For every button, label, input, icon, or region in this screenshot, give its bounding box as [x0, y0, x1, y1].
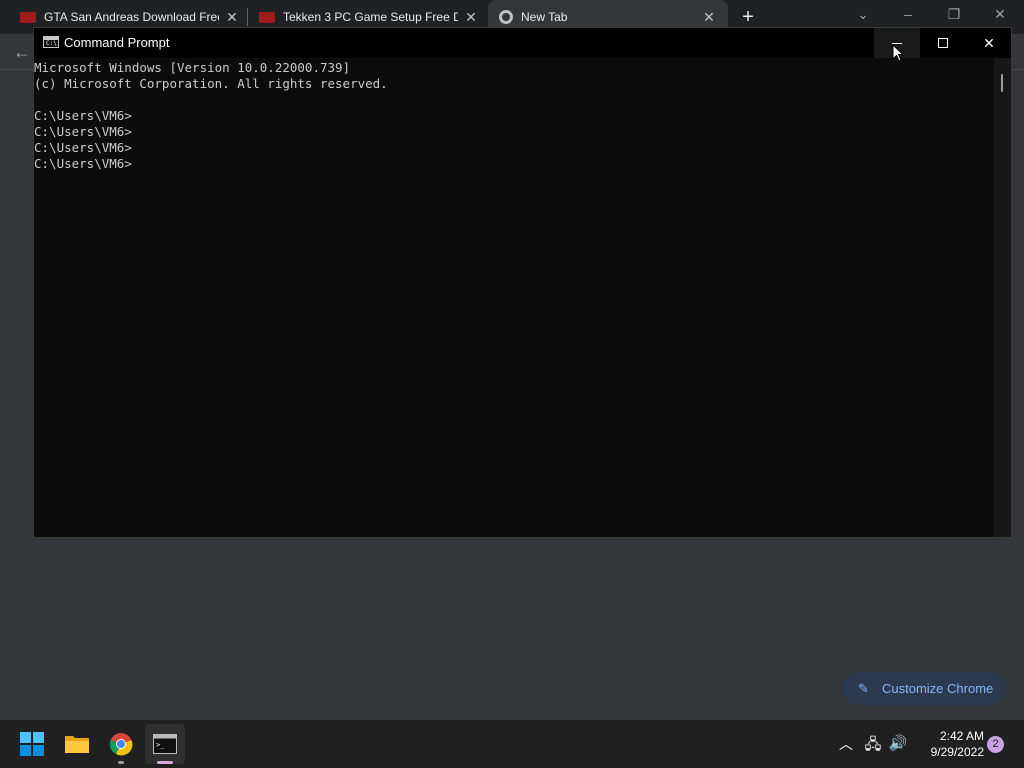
tab-title: Tekken 3 PC Game Setup Free Do [283, 10, 458, 24]
chrome-icon [499, 10, 513, 24]
chrome-taskbar-button[interactable] [101, 724, 141, 764]
console-line: C:\Users\VM6> [34, 124, 132, 139]
chrome-restore-icon[interactable]: ❐ [944, 6, 964, 23]
scrollbar-thumb[interactable] [1001, 74, 1003, 92]
command-prompt-icon: C:\ [43, 36, 59, 48]
customize-chrome-label: Customize Chrome [882, 681, 994, 696]
time-label: 2:42 AM [939, 729, 984, 743]
date-label: 9/29/2022 [930, 745, 984, 759]
console-line: Microsoft Windows [Version 10.0.22000.73… [34, 60, 351, 75]
console-line: C:\Users\VM6> [34, 108, 132, 123]
start-icon [20, 732, 44, 756]
close-icon: ✕ [983, 35, 995, 51]
mouse-cursor-icon [892, 44, 904, 62]
chrome-close-icon[interactable]: ✕ [990, 6, 1010, 23]
volume-icon[interactable]: 🔊 [887, 734, 909, 752]
tab-title: New Tab [521, 10, 568, 24]
console-line: C:\Users\VM6> [34, 140, 132, 155]
red-game-icon [20, 11, 36, 23]
vertical-scrollbar[interactable] [994, 58, 1011, 537]
new-tab-button[interactable]: + [738, 7, 758, 27]
maximize-button[interactable] [920, 28, 966, 58]
cmd-title-bar[interactable]: C:\ Command Prompt ✕ [34, 28, 1011, 58]
taskbar: >_ ︿ 🖧 🔊 2:42 AM 9/29/2022 2 [0, 720, 1024, 768]
network-icon[interactable]: 🖧 [862, 734, 884, 759]
maximize-icon [938, 38, 948, 48]
chrome-icon [109, 733, 133, 756]
active-indicator [157, 761, 173, 764]
close-icon[interactable]: ✕ [702, 10, 716, 24]
svg-text:>_: >_ [156, 741, 165, 749]
notification-badge[interactable]: 2 [987, 736, 1004, 753]
console-line: (c) Microsoft Corporation. All rights re… [34, 76, 388, 91]
tab-search-icon[interactable]: ⌄ [853, 6, 873, 23]
file-explorer-button[interactable] [57, 724, 97, 764]
chrome-minimize-icon[interactable]: – [898, 6, 918, 22]
command-prompt-taskbar-button[interactable]: >_ [145, 724, 185, 764]
close-icon[interactable]: ✕ [464, 10, 478, 24]
pencil-icon: ✎ [858, 680, 869, 696]
tab-title: GTA San Andreas Download Free [44, 10, 219, 24]
show-hidden-icons-chevron-icon[interactable]: ︿ [836, 734, 856, 754]
clock[interactable]: 2:42 AM 9/29/2022 [912, 728, 984, 760]
close-button[interactable]: ✕ [966, 28, 1012, 58]
console-prompt-line: C:\Users\VM6> [34, 156, 132, 171]
customize-chrome-button[interactable]: ✎ Customize Chrome [842, 672, 1007, 705]
console-output[interactable]: Microsoft Windows [Version 10.0.22000.73… [34, 58, 994, 537]
close-icon[interactable]: ✕ [225, 10, 239, 24]
red-game-icon [259, 11, 275, 23]
start-button[interactable] [12, 724, 52, 764]
file-explorer-icon [65, 736, 89, 753]
window-title: Command Prompt [64, 35, 170, 50]
back-arrow-icon[interactable]: ← [10, 40, 34, 64]
running-indicator [118, 761, 124, 764]
command-prompt-window[interactable]: C:\ Command Prompt ✕ Microsoft Windows [… [33, 27, 1012, 538]
command-prompt-icon: >_ [153, 734, 177, 754]
